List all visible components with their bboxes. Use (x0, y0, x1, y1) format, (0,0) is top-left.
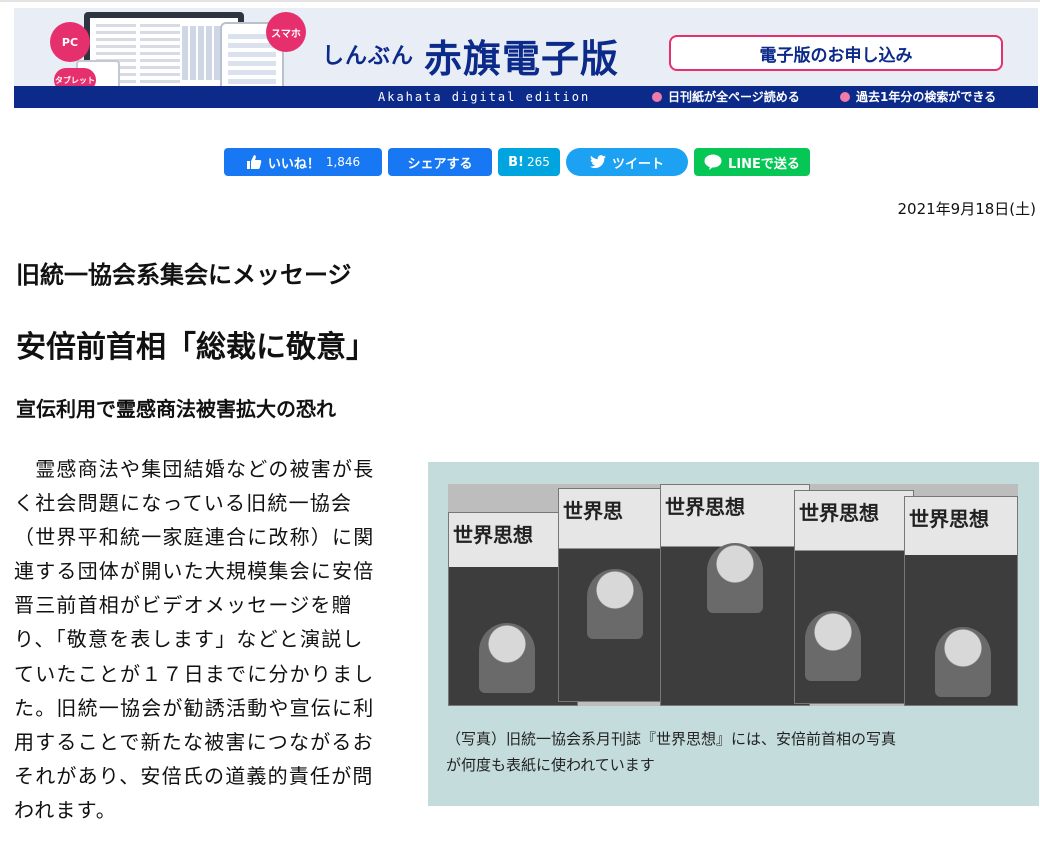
photo-caption: （写真）旧統一協会系月刊誌『世界思想』には、安倍前首相の写真 が何度も表紙に使わ… (446, 726, 1026, 778)
feature-all-pages-label: 日刊紙が全ページ読める (668, 90, 800, 104)
article-body: 霊感商法や集団結婚などの被害が長 く社会問題になっている旧統一協会 （世界平和統… (14, 452, 414, 827)
feature-all-pages: 日刊紙が全ページ読める (652, 88, 800, 105)
subscribe-button[interactable]: 電子版のお申し込み (669, 35, 1003, 71)
smartphone-badge: スマホ (266, 12, 306, 52)
feature-search-label: 過去1年分の検索ができる (856, 90, 997, 104)
magazine-title: 世界思 (563, 499, 623, 523)
body-line: く社会問題になっている旧統一協会 (14, 491, 353, 516)
magazine-cover: 世界思想 (904, 496, 1018, 706)
body-line: 用することで新たな被害につながるお (14, 729, 374, 754)
magazine-title: 世界思想 (453, 523, 533, 547)
hatena-bookmark-button[interactable]: B! 265 (498, 148, 560, 176)
photo-caption-line: （写真）旧統一協会系月刊誌『世界思想』には、安倍前首相の写真 (446, 730, 897, 748)
body-line: ていたことが１７日までに分かりまし (14, 661, 375, 686)
body-line: われます。 (14, 797, 117, 822)
body-line: り、「敬意を表します」などと演説し (14, 627, 364, 652)
magazine-title: 世界思想 (665, 495, 745, 519)
magazine-cover: 世界思 (558, 488, 668, 702)
magazine-cover: 世界思想 (794, 490, 914, 704)
article-subheadline: 宣伝利用で霊感商法被害拡大の恐れ (16, 397, 336, 421)
thumbs-up-icon (246, 154, 262, 170)
feature-search: 過去1年分の検索ができる (840, 88, 996, 105)
tweet-button[interactable]: ツイート (566, 148, 688, 176)
facebook-like-label: いいね！ (267, 156, 320, 172)
line-logo-icon (704, 154, 722, 170)
logo-title: 赤旗電子版 (424, 37, 620, 81)
logo-subtitle: Akahata digital edition (378, 90, 591, 104)
photo-box: 世界思想 世界思 世界思想 世界思想 世界思想 （写真）旧統一協会系月刊誌『世界… (428, 462, 1039, 806)
line-send-button[interactable]: LINEで送る (694, 148, 810, 176)
bullet-dot-icon (840, 91, 850, 102)
body-line: それがあり、安倍氏の道義的責任が問 (14, 763, 374, 788)
article-date: 2021年9月18日(土) (897, 200, 1036, 218)
tweet-label: ツイート (611, 156, 664, 172)
article-headline: 安倍前首相「総裁に敬意」 (16, 330, 376, 365)
body-line: 連する団体が開いた大規模集会に安倍 (14, 559, 375, 584)
akahata-digital-banner[interactable]: PC スマホ タブレット しんぶん 赤旗電子版 電子版のお申し込み Akahat… (14, 8, 1038, 108)
top-divider (0, 0, 1040, 2)
magazine-cover: 世界思想 (660, 484, 810, 706)
twitter-bird-icon (589, 155, 606, 169)
body-line: 霊感商法や集団結婚などの被害が長 (14, 457, 375, 481)
magazine-title: 世界思想 (909, 507, 989, 531)
logo-kana: しんぶん (322, 44, 415, 69)
pc-badge: PC (50, 22, 90, 62)
hatena-bookmark-icon: B! (508, 154, 524, 170)
facebook-like-count: 1,846 (325, 155, 361, 169)
magazine-covers-photo[interactable]: 世界思想 世界思 世界思想 世界思想 世界思想 (448, 484, 1018, 706)
hatena-bookmark-count: 265 (526, 155, 550, 169)
article-kicker: 旧統一協会系集会にメッセージ (16, 261, 352, 289)
facebook-share-button[interactable]: シェアする (388, 148, 492, 176)
bullet-dot-icon (652, 91, 662, 102)
body-line: た。旧統一協会が勧誘活動や宣伝に利 (14, 695, 375, 720)
line-send-label: LINEで送る (728, 156, 800, 172)
photo-caption-line: が何度も表紙に使われています (446, 756, 655, 774)
share-bar: いいね！ 1,846 シェアする B! 265 ツイート LINEで送る (224, 148, 810, 176)
facebook-like-button[interactable]: いいね！ 1,846 (224, 148, 382, 176)
body-line: 晋三前首相がビデオメッセージを贈 (14, 593, 353, 618)
magazine-title: 世界思想 (799, 501, 879, 525)
body-line: （世界平和統一家庭連合に改称）に関 (14, 525, 375, 550)
